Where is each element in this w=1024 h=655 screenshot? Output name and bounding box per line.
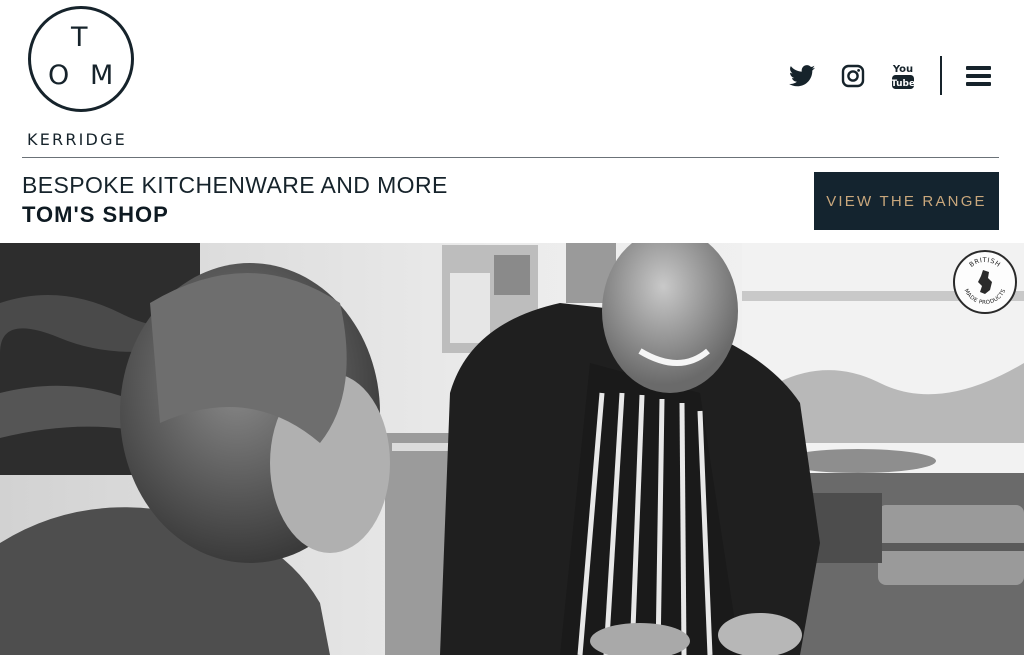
- header-divider: [940, 56, 942, 95]
- header-rule: [22, 157, 999, 158]
- svg-text:BRITISH: BRITISH: [968, 256, 1003, 269]
- youtube-label-bottom: Tube: [891, 79, 915, 89]
- hamburger-menu-icon[interactable]: [966, 64, 994, 88]
- logo-letter-o: O: [48, 60, 70, 91]
- view-the-range-button[interactable]: VIEW THE RANGE: [814, 172, 999, 230]
- site-header: T O M KERRIDGE You Tube: [0, 0, 1024, 158]
- promo-subtitle: BESPOKE KITCHENWARE AND MORE: [22, 172, 448, 198]
- site-logo[interactable]: T O M KERRIDGE: [22, 6, 142, 150]
- logo-wordmark: KERRIDGE: [27, 130, 127, 149]
- twitter-icon[interactable]: [786, 60, 818, 92]
- badge-text-top: BRITISH: [968, 256, 1002, 269]
- instagram-icon[interactable]: [837, 60, 869, 92]
- youtube-label-top: You: [892, 64, 913, 75]
- youtube-icon[interactable]: You Tube: [887, 60, 919, 92]
- hero-image: [0, 243, 1024, 655]
- logo-letter-t: T: [71, 22, 88, 53]
- logo-letter-m: M: [90, 60, 114, 91]
- british-made-products-badge: BRITISH MADE PRODUCTS: [953, 250, 1017, 314]
- promo-title: TOM'S SHOP: [22, 202, 169, 227]
